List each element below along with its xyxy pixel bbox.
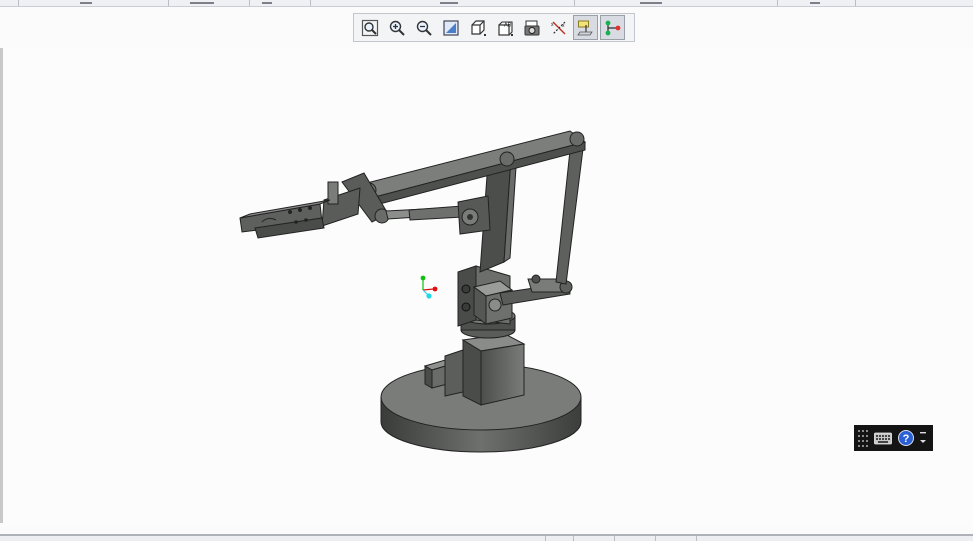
named-view-icon: AB xyxy=(497,20,513,36)
keyboard-icon[interactable] xyxy=(874,431,892,445)
display-style-button[interactable] xyxy=(465,15,490,40)
left-panel-edge[interactable] xyxy=(0,48,3,523)
zoom-fit-button[interactable] xyxy=(357,15,382,40)
plane-display-button[interactable] xyxy=(573,15,598,40)
named-views-button[interactable]: AB xyxy=(492,15,517,40)
camera-icon xyxy=(524,20,539,35)
top-status-strip xyxy=(0,0,973,7)
svg-text:?: ? xyxy=(903,433,910,445)
svg-text:AB: AB xyxy=(504,22,512,28)
view-toolbar: AB x x xyxy=(353,13,635,42)
model-viewport[interactable] xyxy=(0,48,973,526)
mini-toolbar: ? xyxy=(854,425,933,451)
repaint-button[interactable] xyxy=(438,15,463,40)
coordinate-triad xyxy=(420,275,438,299)
robot-arm-model xyxy=(239,130,587,453)
zoom-out-button[interactable] xyxy=(411,15,436,40)
repaint-icon xyxy=(442,19,459,36)
more-icon[interactable] xyxy=(919,430,927,446)
zoom-out-icon xyxy=(416,20,432,36)
spin-center-button[interactable] xyxy=(600,15,625,40)
help-icon[interactable]: ? xyxy=(898,430,914,446)
spin-center-icon xyxy=(605,20,620,35)
zoom-in-button[interactable] xyxy=(384,15,409,40)
bottom-status-strip xyxy=(0,534,973,541)
svg-text:x: x xyxy=(562,23,565,29)
zoom-in-icon xyxy=(389,20,405,36)
grip-icon[interactable] xyxy=(857,427,869,449)
datum-display-button[interactable]: x x xyxy=(546,15,571,40)
cube-icon xyxy=(470,19,486,36)
plane-icon xyxy=(576,20,593,35)
saved-orientations-button[interactable] xyxy=(519,15,544,40)
datum-icon: x x xyxy=(551,21,565,34)
zoom-fit-icon xyxy=(361,19,378,36)
